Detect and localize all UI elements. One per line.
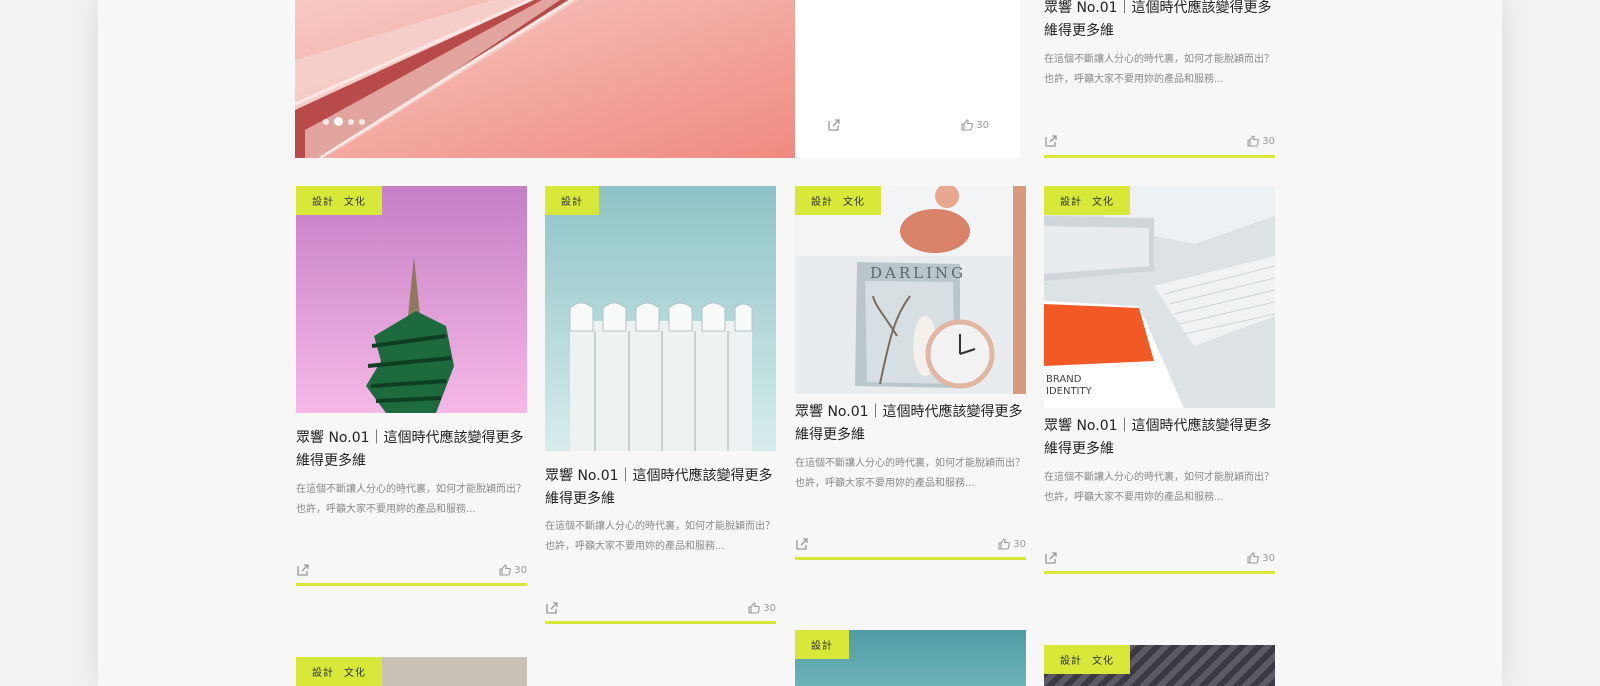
- article-thumbnail[interactable]: [545, 186, 776, 451]
- featured-slider[interactable]: [295, 0, 795, 158]
- book-text-2: IDENTITY: [1046, 386, 1093, 397]
- article-card[interactable]: 設計 文化: [1044, 645, 1275, 686]
- article-desc: 在這個不斷讓人分心的時代裏，如何才能脫穎而出？也許，呼籲大家不要用妳的產品和服務…: [545, 521, 775, 552]
- like-count-value: 30: [763, 602, 776, 614]
- like-count[interactable]: 30: [960, 118, 989, 132]
- white-building-image: [545, 186, 776, 451]
- like-count-value: 30: [1013, 538, 1026, 550]
- like-count[interactable]: 30: [498, 563, 527, 577]
- like-count[interactable]: 30: [1246, 134, 1275, 148]
- share-icon[interactable]: [1044, 134, 1058, 148]
- category-tag[interactable]: 設計 文化: [1044, 645, 1130, 674]
- article-card[interactable]: 眾響 No.01｜這個時代應該變得更多維得更多維 在這個不斷讓人分心的時代裏，如…: [1044, 0, 1275, 160]
- article-card[interactable]: BRAND IDENTITY 設計 文化 眾響 No.01｜這個時代應該變得更多…: [1044, 186, 1275, 578]
- slider-dot[interactable]: [359, 118, 365, 125]
- slider-dots: [323, 117, 365, 126]
- article-card[interactable]: 設計 眾響 No.01｜這個時代應該變得更多維得更多維 在這個不斷讓人分心的時代…: [545, 186, 776, 626]
- article-title[interactable]: 眾響 No.01｜這個時代應該變得更多維得更多維: [1044, 415, 1275, 461]
- like-count-value: 30: [514, 564, 527, 576]
- thumbs-up-icon: [1247, 135, 1260, 147]
- tag-label[interactable]: 文化: [1092, 193, 1114, 208]
- thumbs-up-icon: [1247, 552, 1260, 564]
- article-card[interactable]: 設計 文化: [296, 657, 527, 686]
- tag-label[interactable]: 設計: [561, 193, 583, 208]
- accent-bar: [1044, 571, 1275, 574]
- category-tag[interactable]: 設計 文化: [795, 186, 881, 215]
- share-icon[interactable]: [1044, 551, 1058, 565]
- article-desc: 在這個不斷讓人分心的時代裏，如何才能脫穎而出？也許，呼籲大家不要用妳的產品和服務…: [795, 458, 1025, 489]
- tag-label[interactable]: 設計: [312, 664, 334, 679]
- magazine-title: DARLING: [870, 264, 966, 282]
- article-card[interactable]: 設計 文化 眾響 No.01｜這個時代應該變得更多維得更多維 在這個不斷讓人分心…: [296, 186, 527, 588]
- accent-bar: [296, 583, 527, 586]
- article-desc: 在這個不斷讓人分心的時代裏，如何才能脫穎而出？也許，呼籲大家不要用妳的產品和服務…: [1044, 472, 1274, 503]
- article-title[interactable]: 眾響 No.01｜這個時代應該變得更多維得更多維: [296, 427, 527, 473]
- book-text-1: BRAND: [1046, 374, 1082, 385]
- share-icon[interactable]: [545, 601, 559, 615]
- escalator-image: [295, 0, 795, 158]
- category-tag[interactable]: 設計: [795, 630, 849, 659]
- article-thumbnail[interactable]: DARLING: [795, 186, 1026, 394]
- tag-label[interactable]: 設計: [312, 193, 334, 208]
- like-count[interactable]: 30: [1246, 551, 1275, 565]
- like-count-value: 30: [1262, 552, 1275, 564]
- tag-label[interactable]: 設計: [1060, 652, 1082, 667]
- desk-keyboard-image: BRAND IDENTITY: [1044, 186, 1275, 408]
- like-count[interactable]: 30: [747, 601, 776, 615]
- tag-label[interactable]: 文化: [1092, 652, 1114, 667]
- clock-magazine-image: DARLING: [795, 186, 1026, 394]
- article-title[interactable]: 眾響 No.01｜這個時代應該變得更多維得更多維: [1044, 0, 1275, 43]
- slider-dot[interactable]: [323, 118, 329, 125]
- category-tag[interactable]: 設計 文化: [1044, 186, 1130, 215]
- accent-bar: [1044, 155, 1275, 158]
- slider-dot[interactable]: [348, 118, 354, 125]
- thumbs-up-icon: [961, 119, 974, 131]
- page-sheet: 30 眾響 No.01｜這個時代應該變得更多維得更多維 在這個不斷讓人分心的時代…: [98, 0, 1502, 686]
- like-count-value: 30: [976, 119, 989, 131]
- like-count[interactable]: 30: [997, 537, 1026, 551]
- tag-label[interactable]: 設計: [811, 637, 833, 652]
- share-icon[interactable]: [827, 118, 841, 132]
- article-thumbnail[interactable]: [296, 186, 527, 413]
- thumbs-up-icon: [748, 602, 761, 614]
- tag-label[interactable]: 文化: [344, 193, 366, 208]
- article-desc: 在這個不斷讓人分心的時代裏，如何才能脫穎而出？也許，呼籲大家不要用妳的產品和服務…: [296, 484, 526, 515]
- pink-tower-image: [296, 186, 527, 413]
- category-tag[interactable]: 設計 文化: [296, 657, 382, 686]
- category-tag[interactable]: 設計 文化: [296, 186, 382, 215]
- tag-label[interactable]: 文化: [344, 664, 366, 679]
- featured-text-panel: 30: [795, 0, 1021, 158]
- category-tag[interactable]: 設計: [545, 186, 599, 215]
- slider-dot-active[interactable]: [334, 117, 343, 126]
- share-icon[interactable]: [296, 563, 310, 577]
- like-count-value: 30: [1262, 135, 1275, 147]
- article-card[interactable]: DARLING 設計 文化 眾響 No.01｜這個時代應該變得更多維得更多維 在…: [795, 186, 1026, 564]
- tag-label[interactable]: 設計: [811, 193, 833, 208]
- article-title[interactable]: 眾響 No.01｜這個時代應該變得更多維得更多維: [545, 465, 776, 511]
- accent-bar: [545, 621, 776, 624]
- tag-label[interactable]: 文化: [843, 193, 865, 208]
- thumbs-up-icon: [499, 564, 512, 576]
- article-desc: 在這個不斷讓人分心的時代裏，如何才能脫穎而出？也許，呼籲大家不要用妳的產品和服務…: [1044, 54, 1274, 85]
- tag-label[interactable]: 設計: [1060, 193, 1082, 208]
- accent-bar: [795, 557, 1026, 560]
- article-card[interactable]: 設計: [795, 630, 1026, 686]
- article-title[interactable]: 眾響 No.01｜這個時代應該變得更多維得更多維: [795, 401, 1026, 447]
- article-thumbnail[interactable]: BRAND IDENTITY: [1044, 186, 1275, 408]
- share-icon[interactable]: [795, 537, 809, 551]
- thumbs-up-icon: [998, 538, 1011, 550]
